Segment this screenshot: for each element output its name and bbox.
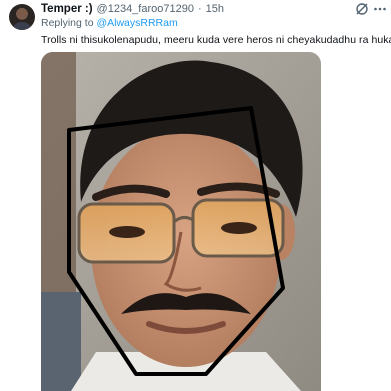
display-name[interactable]: Temper :) (41, 3, 93, 15)
tweet-media-photo[interactable] (41, 52, 321, 391)
reply-prefix: Replying to (41, 17, 94, 29)
reply-context: Replying to @AlwaysRRRam (41, 17, 178, 29)
user-handle[interactable]: @1234_faroo71290 (97, 3, 194, 15)
timestamp[interactable]: 15h (206, 3, 224, 15)
tweet-header: Temper :) @1234_faroo71290 · 15h (41, 3, 224, 15)
more-dots-icon[interactable] (373, 2, 387, 16)
reply-mention-link[interactable]: @AlwaysRRRam (96, 17, 177, 29)
separator-dot: · (197, 3, 202, 15)
photo-illustration (41, 52, 321, 391)
grok-slash-icon[interactable] (355, 2, 369, 16)
tweet-text: Trolls ni thisukolenapudu, meeru kuda ve… (41, 34, 391, 46)
avatar[interactable] (9, 4, 35, 30)
